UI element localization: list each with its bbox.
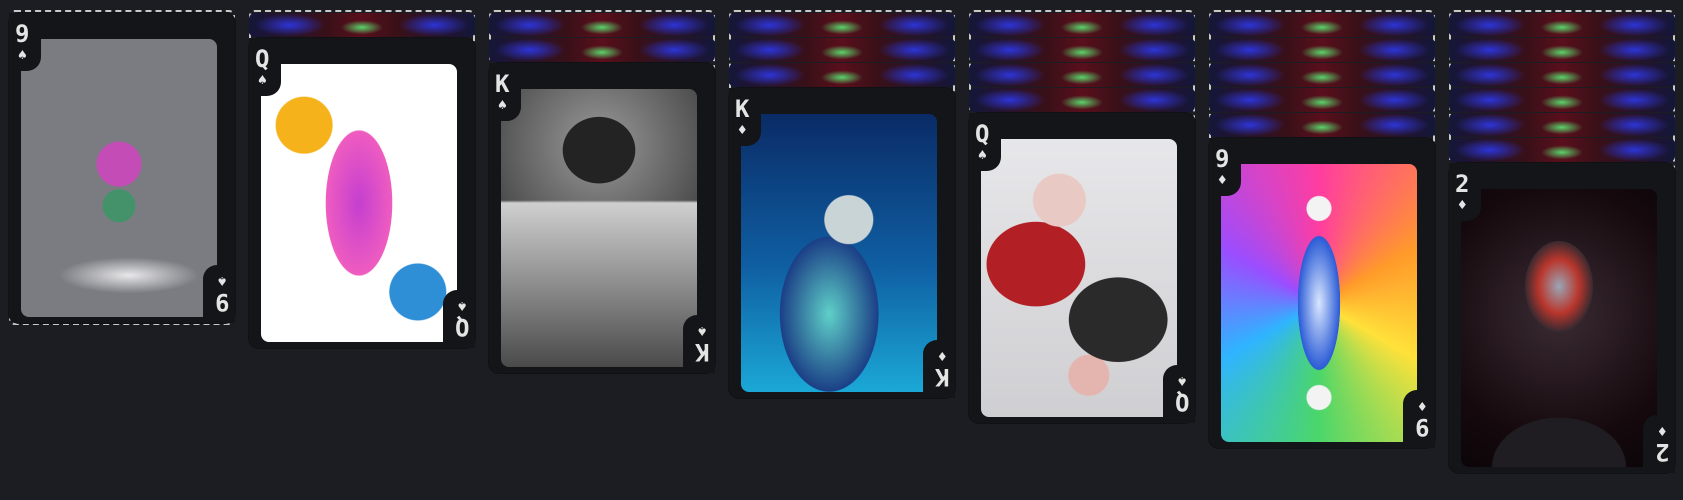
face-up-card-9-diamond[interactable]: 9 ♦ 9 ♦ — [1209, 138, 1435, 448]
card-rank: Q — [255, 45, 270, 73]
card-rank: K — [495, 70, 510, 98]
card-index-bottom-right: Q ♠ — [1174, 372, 1189, 416]
face-down-card[interactable] — [489, 38, 715, 62]
card-rank: 9 — [1215, 145, 1230, 173]
card-rank: 9 — [214, 288, 229, 316]
card-index-bottom-right: 9 ♠ — [214, 272, 229, 316]
face-up-card-2-diamond[interactable]: 2 ♦ 2 ♦ — [1449, 163, 1675, 473]
face-up-card-q-spade[interactable]: Q ♠ Q ♠ — [969, 113, 1195, 423]
card-artwork — [1461, 189, 1657, 467]
spade-suit-icon: ♠ — [457, 297, 467, 315]
diamond-suit-icon: ♦ — [937, 347, 947, 365]
diamond-suit-icon: ♦ — [1457, 196, 1467, 214]
face-up-card-k-spade[interactable]: K ♠ K ♠ — [489, 63, 715, 373]
face-down-card[interactable] — [1209, 38, 1435, 62]
face-up-card-q-spade[interactable]: Q ♠ Q ♠ — [249, 38, 475, 348]
face-down-card[interactable] — [1449, 38, 1675, 62]
card-artwork — [741, 114, 937, 392]
face-down-card[interactable] — [1209, 13, 1435, 37]
diamond-suit-icon: ♦ — [1217, 171, 1227, 189]
card-index-bottom-right: 9 ♦ — [1414, 397, 1429, 441]
card-rank: 2 — [1654, 438, 1669, 466]
card-rank: Q — [454, 313, 469, 341]
card-artwork — [501, 89, 697, 367]
face-down-card[interactable] — [969, 63, 1195, 87]
spade-suit-icon: ♠ — [697, 322, 707, 340]
card-rank: 9 — [1414, 413, 1429, 441]
face-down-card[interactable] — [1209, 113, 1435, 137]
card-artwork — [261, 64, 457, 342]
card-index-top-left: Q ♠ — [975, 121, 989, 163]
card-artwork — [1221, 164, 1417, 442]
spade-suit-icon: ♠ — [1177, 372, 1187, 390]
card-index-top-left: K ♠ — [495, 71, 509, 113]
spade-suit-icon: ♠ — [257, 71, 267, 89]
face-down-card[interactable] — [729, 38, 955, 62]
solitaire-board: 9 ♠ 9 ♠ Q ♠ Q ♠ K ♠ K ♠ K ♦ K ♦ Q ♠ Q ♠ 9 ♦ 9 ♦ 2 ♦ 2 ♦ — [0, 0, 1683, 500]
diamond-suit-icon: ♦ — [1417, 397, 1427, 415]
face-down-card[interactable] — [729, 63, 955, 87]
card-index-bottom-right: K ♠ — [694, 322, 709, 366]
face-down-card[interactable] — [1449, 138, 1675, 162]
spade-suit-icon: ♠ — [217, 272, 227, 290]
card-artwork — [21, 39, 217, 317]
face-down-card[interactable] — [729, 13, 955, 37]
face-down-card[interactable] — [1449, 63, 1675, 87]
face-down-card[interactable] — [489, 13, 715, 37]
card-index-top-left: Q ♠ — [255, 46, 269, 88]
card-artwork — [981, 139, 1177, 417]
card-index-top-left: 9 ♦ — [1215, 146, 1229, 188]
face-down-card[interactable] — [1209, 88, 1435, 112]
card-index-bottom-right: Q ♠ — [454, 297, 469, 341]
spade-suit-icon: ♠ — [497, 96, 507, 114]
face-down-card[interactable] — [1209, 63, 1435, 87]
card-index-bottom-right: K ♦ — [934, 347, 949, 391]
card-index-top-left: 9 ♠ — [15, 21, 29, 63]
card-rank: Q — [975, 120, 990, 148]
diamond-suit-icon: ♦ — [1657, 422, 1667, 440]
face-up-card-9-spade[interactable]: 9 ♠ 9 ♠ — [9, 13, 235, 323]
card-index-bottom-right: 2 ♦ — [1654, 422, 1669, 466]
card-rank: 9 — [15, 20, 30, 48]
face-down-card[interactable] — [969, 88, 1195, 112]
card-rank: 2 — [1455, 170, 1470, 198]
face-down-card[interactable] — [969, 13, 1195, 37]
face-down-card[interactable] — [1449, 88, 1675, 112]
card-rank: K — [694, 338, 709, 366]
card-rank: K — [934, 363, 949, 391]
spade-suit-icon: ♠ — [17, 46, 27, 64]
spade-suit-icon: ♠ — [977, 146, 987, 164]
face-down-card[interactable] — [249, 13, 475, 37]
face-down-card[interactable] — [969, 38, 1195, 62]
face-down-card[interactable] — [1449, 13, 1675, 37]
face-down-card[interactable] — [1449, 113, 1675, 137]
card-rank: Q — [1174, 388, 1189, 416]
card-rank: K — [735, 95, 750, 123]
face-up-card-k-diamond[interactable]: K ♦ K ♦ — [729, 88, 955, 398]
diamond-suit-icon: ♦ — [737, 121, 747, 139]
card-index-top-left: K ♦ — [735, 96, 749, 138]
card-index-top-left: 2 ♦ — [1455, 171, 1469, 213]
